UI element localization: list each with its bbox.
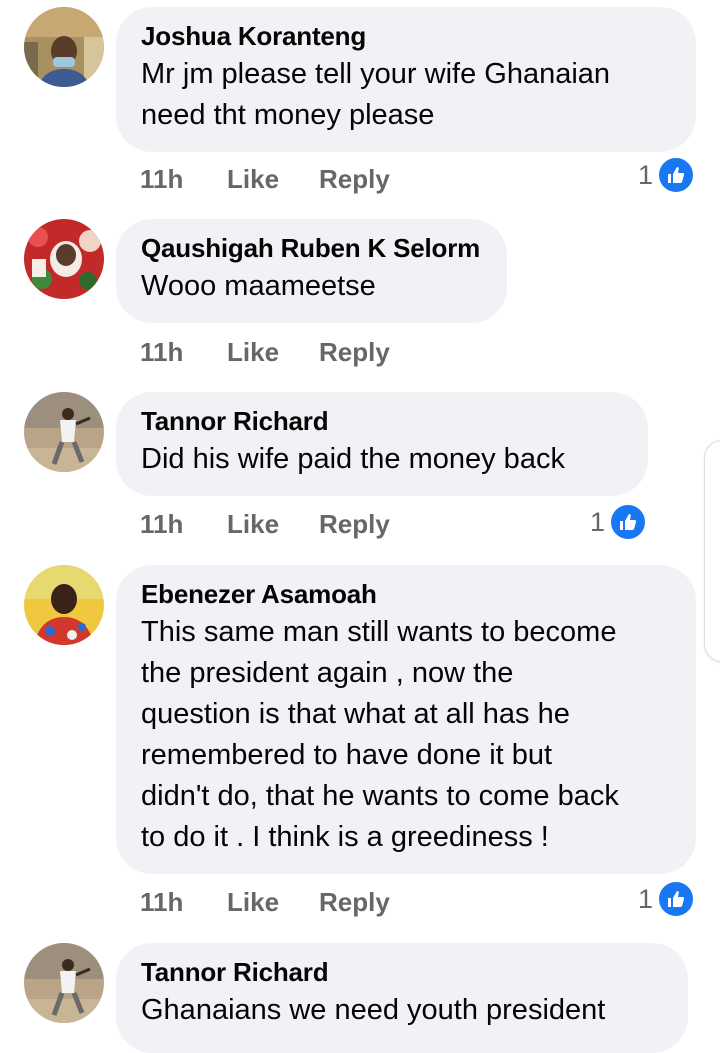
comment-timestamp[interactable]: 11h xyxy=(140,509,183,539)
comment-timestamp[interactable]: 11h xyxy=(140,164,183,194)
reaction-summary[interactable]: 1 xyxy=(638,156,696,194)
like-button[interactable]: Like xyxy=(227,164,279,194)
reaction-summary[interactable]: 1 xyxy=(590,503,648,541)
comment-text: Mr jm please tell your wife Ghanaian nee… xyxy=(141,58,611,131)
like-button[interactable]: Like xyxy=(227,509,279,539)
comment-timestamp[interactable]: 11h xyxy=(140,337,183,367)
comment-bubble: Ebenezer Asamoah This same man still wan… xyxy=(116,565,696,874)
reaction-summary[interactable]: 1 xyxy=(638,880,696,918)
comment-bubble: Tannor Richard Ghanaians we need youth p… xyxy=(116,943,688,1053)
comment-text: Ghanaians we need youth president xyxy=(141,994,606,1026)
scrollbar[interactable] xyxy=(704,440,720,662)
reply-button[interactable]: Reply xyxy=(319,164,390,194)
reaction-count: 1 xyxy=(638,160,654,190)
reaction-count: 1 xyxy=(638,884,654,914)
comment-author[interactable]: Qaushigah Ruben K Selorm xyxy=(141,233,483,263)
avatar[interactable] xyxy=(24,7,104,87)
avatar[interactable] xyxy=(24,392,104,472)
comment-text: This same man still wants to become the … xyxy=(141,616,619,853)
comment-author[interactable]: Tannor Richard xyxy=(141,957,664,987)
comment-bubble: Joshua Koranteng Mr jm please tell your … xyxy=(116,7,696,152)
like-button[interactable]: Like xyxy=(227,337,279,367)
comment-bubble: Qaushigah Ruben K Selorm Wooo maameetse xyxy=(116,219,507,323)
reply-button[interactable]: Reply xyxy=(319,337,390,367)
reply-button[interactable]: Reply xyxy=(319,887,390,917)
reaction-count: 1 xyxy=(590,507,606,537)
like-button[interactable]: Like xyxy=(227,887,279,917)
avatar[interactable] xyxy=(24,565,104,645)
comment-text: Wooo maameetse xyxy=(141,270,376,302)
thumbs-up-icon xyxy=(657,156,696,194)
avatar[interactable] xyxy=(24,219,104,299)
comment-author[interactable]: Ebenezer Asamoah xyxy=(141,579,672,609)
avatar[interactable] xyxy=(24,943,104,1023)
comment-text: Did his wife paid the money back xyxy=(141,443,565,475)
comment-author[interactable]: Tannor Richard xyxy=(141,406,624,436)
reply-button[interactable]: Reply xyxy=(319,509,390,539)
comment-timestamp[interactable]: 11h xyxy=(140,887,183,917)
thumbs-up-icon xyxy=(609,503,648,541)
thumbs-up-icon xyxy=(657,880,696,918)
comment-bubble: Tannor Richard Did his wife paid the mon… xyxy=(116,392,648,496)
comment-author[interactable]: Joshua Koranteng xyxy=(141,21,672,51)
